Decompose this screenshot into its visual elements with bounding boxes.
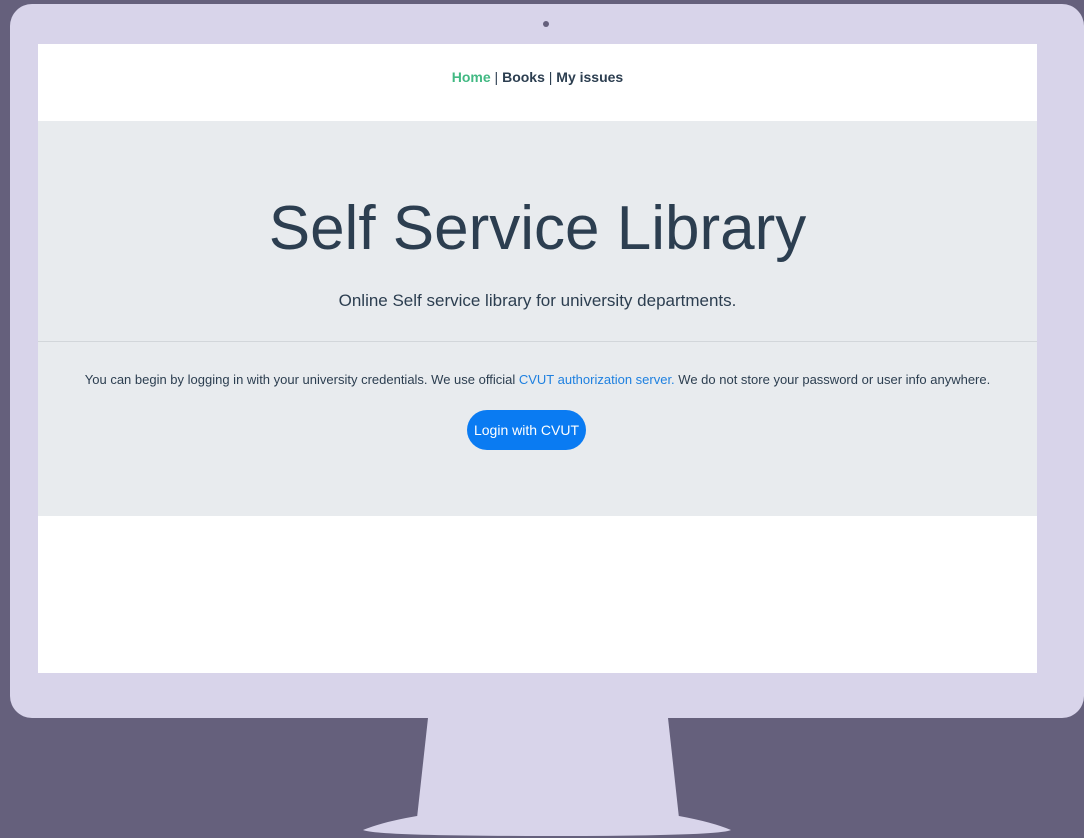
nav-link-my-issues[interactable]: My issues <box>556 69 623 85</box>
info-text-before: You can begin by logging in with your un… <box>84 372 519 387</box>
nav-link-books[interactable]: Books <box>502 69 545 85</box>
stand-neck <box>417 718 679 818</box>
nav-separator: | <box>494 69 499 85</box>
nav-separator: | <box>548 69 553 85</box>
page-title: Self Service Library <box>268 194 807 263</box>
top-nav: Home | Books | My issues <box>38 44 1037 121</box>
page-subtitle: Online Self service library for universi… <box>338 291 737 310</box>
login-with-cvut-button[interactable]: Login with CVUT <box>467 410 586 450</box>
hero-divider <box>38 341 1037 342</box>
monitor-stand <box>363 718 731 836</box>
nav-link-home[interactable]: Home <box>452 69 491 85</box>
screen: Home | Books | My issues Self Service Li… <box>38 44 1037 673</box>
info-text-after: We do not store your password or user in… <box>674 372 991 387</box>
login-info-text: You can begin by logging in with your un… <box>38 372 1037 387</box>
stand-base <box>363 816 731 836</box>
hero-section: Self Service Library Online Self service… <box>38 121 1037 516</box>
cvut-auth-link[interactable]: CVUT authorization server. <box>519 372 675 387</box>
camera-dot <box>543 21 549 27</box>
